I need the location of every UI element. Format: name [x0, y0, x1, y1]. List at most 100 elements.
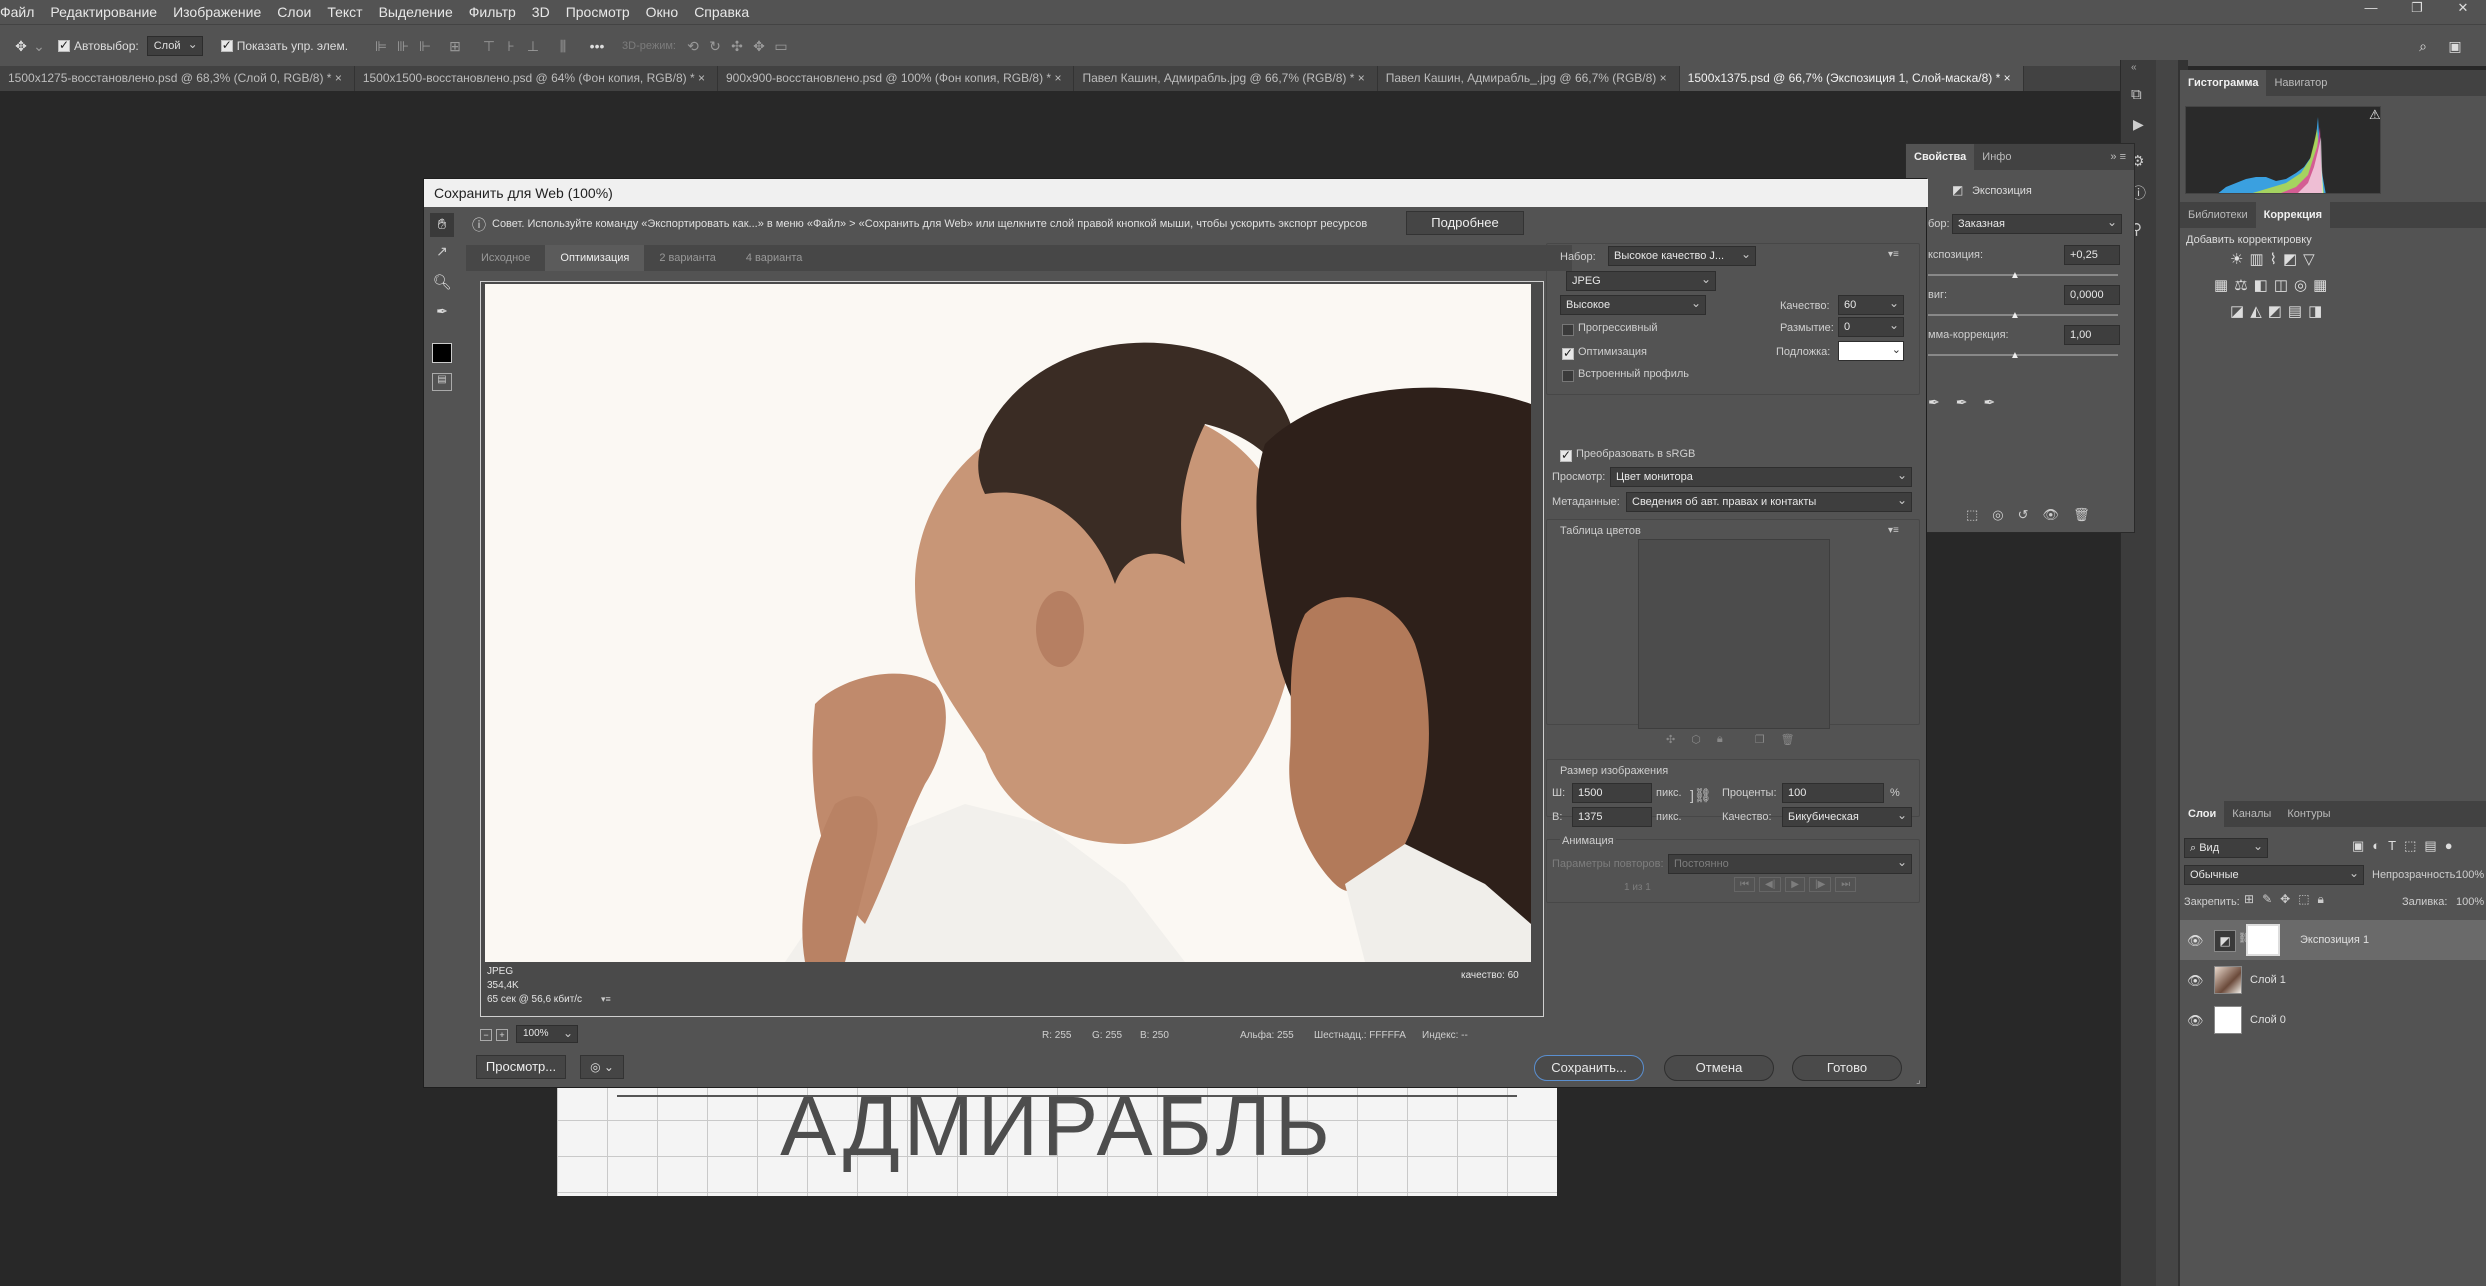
layer-row[interactable]: 👁︎ ◩ ⛓ Экспозиция 1	[2180, 920, 2486, 960]
workspace-icon[interactable]: ▣	[2444, 35, 2466, 57]
slice-select-icon[interactable]: ↗	[430, 243, 454, 260]
filter-toggle-icon[interactable]: ●	[2445, 838, 2453, 854]
link-dimensions-icon[interactable]: ]⛓	[1690, 787, 1712, 804]
tab-info[interactable]: Инфо	[1974, 144, 2019, 170]
warning-icon[interactable]: ⚠	[2369, 107, 2380, 123]
menu-3d[interactable]: 3D	[524, 4, 558, 20]
delete-icon[interactable]: 🗑︎	[2073, 507, 2090, 523]
gamma-slider-thumb[interactable]: ▲	[2010, 350, 2020, 361]
auto-select-dropdown[interactable]: Слой	[146, 35, 203, 56]
blur-input[interactable]: 0	[1838, 317, 1904, 337]
done-button[interactable]: Готово	[1792, 1055, 1902, 1081]
tab-layers[interactable]: Слои	[2180, 801, 2225, 827]
eye-icon[interactable]: 👁︎	[2187, 1013, 2204, 1029]
exposure-icon[interactable]: ◩	[2283, 250, 2297, 268]
eye-icon[interactable]: 👁︎	[2187, 973, 2204, 989]
close-icon[interactable]: ×	[1054, 71, 1061, 85]
doc-tab[interactable]: 1500x1500-восстановлено.psd @ 64% (Фон к…	[355, 66, 718, 91]
preset-dropdown[interactable]: Высокое качество J...	[1608, 246, 1756, 266]
zoom-plus-button[interactable]: +	[496, 1029, 508, 1041]
color-balance-icon[interactable]: ⚖	[2234, 276, 2247, 294]
width-input[interactable]: 1500	[1572, 783, 1652, 803]
tab-optimized[interactable]: Оптимизация	[545, 245, 645, 271]
layer-row[interactable]: 👁︎ Слой 1	[2180, 960, 2486, 1000]
loop-dropdown[interactable]: Постоянно	[1668, 854, 1912, 874]
browser-preview-button[interactable]: ◎ ⌄	[580, 1055, 624, 1079]
prev-frame-icon[interactable]: ◀|	[1759, 877, 1782, 892]
gamma-slider[interactable]	[1928, 354, 2118, 356]
distribute-icon[interactable]: ⊞	[444, 35, 466, 57]
align-left-icon[interactable]: ⊫	[370, 35, 392, 57]
doc-tab[interactable]: 1500x1275-восстановлено.psd @ 68,3% (Сло…	[0, 66, 355, 91]
layer-row[interactable]: 👁︎ Слой 0	[2180, 1000, 2486, 1040]
eyedropper-color-swatch[interactable]	[432, 343, 452, 363]
align-right-icon[interactable]: ⊩	[414, 35, 436, 57]
lock-color-icon[interactable]: 🔒︎	[1717, 733, 1723, 746]
levels-icon[interactable]: ▥	[2249, 250, 2263, 268]
curves-icon[interactable]: ⌇	[2270, 250, 2277, 268]
cancel-button[interactable]: Отмена	[1664, 1055, 1774, 1081]
save-button[interactable]: Сохранить...	[1534, 1055, 1644, 1081]
lookup-icon[interactable]: ▦	[2313, 276, 2327, 294]
new-color-icon[interactable]: ❐	[1755, 733, 1765, 746]
visibility-icon[interactable]: 👁︎	[2043, 507, 2060, 523]
zoom-tool-icon[interactable]: 🔍︎	[430, 273, 454, 291]
close-icon[interactable]: ×	[1358, 71, 1365, 85]
gray-eyedropper-icon[interactable]: ✒	[1956, 394, 1968, 411]
close-icon[interactable]: ×	[1660, 71, 1667, 85]
tab-correction[interactable]: Коррекция	[2255, 202, 2331, 228]
search-icon[interactable]: ⌕	[2412, 35, 2434, 57]
selective-color-icon[interactable]: ◨	[2308, 302, 2322, 320]
first-frame-icon[interactable]: ⏮	[1734, 877, 1755, 892]
restore-icon[interactable]: ❐	[2394, 0, 2440, 16]
resample-dropdown[interactable]: Бикубическая	[1782, 807, 1912, 827]
threshold-icon[interactable]: ◩	[2268, 302, 2282, 320]
map-color-icon[interactable]: ✣	[1666, 733, 1675, 746]
adjust-filter-icon[interactable]: ◐	[2372, 838, 2380, 854]
menu-text[interactable]: Текст	[319, 4, 370, 20]
blend-mode-dropdown[interactable]: Обычные	[2184, 865, 2364, 885]
menu-select[interactable]: Выделение	[371, 4, 461, 20]
embed-profile-checkbox[interactable]	[1562, 367, 1574, 385]
convert-srgb-checkbox[interactable]	[1560, 447, 1572, 465]
zoom-minus-button[interactable]: −	[480, 1029, 492, 1041]
tab-original[interactable]: Исходное	[466, 245, 545, 271]
opacity-value[interactable]: 100%	[2456, 869, 2484, 881]
invert-icon[interactable]: ◪	[2230, 302, 2244, 320]
3d-pan-icon[interactable]: ✣	[726, 35, 748, 57]
eye-icon[interactable]: 👁︎	[2187, 933, 2204, 949]
tab-4up[interactable]: 4 варианта	[731, 245, 818, 271]
height-input[interactable]: 1375	[1572, 807, 1652, 827]
artboard-icon[interactable]: ⬚	[2298, 892, 2309, 907]
tab-libraries[interactable]: Библиотеки	[2180, 202, 2256, 228]
optimized-checkbox[interactable]	[1562, 345, 1574, 363]
menu-file[interactable]: Файл	[0, 4, 42, 20]
chevron-down-icon[interactable]: ⌄	[32, 35, 46, 57]
align-bottom-icon[interactable]: ⊥	[522, 35, 544, 57]
history-icon[interactable]: ⧉	[2131, 86, 2142, 103]
metadata-dropdown[interactable]: Сведения об авт. правах и контакты	[1626, 492, 1912, 512]
exposure-slider-thumb[interactable]: ▲	[2010, 270, 2020, 281]
view-previous-icon[interactable]: ◎	[1992, 507, 2003, 523]
distribute-vertical-icon[interactable]: ⫼	[552, 35, 574, 57]
close-icon[interactable]: ✕	[2440, 0, 2486, 16]
color-table-area[interactable]	[1638, 539, 1830, 729]
doc-tab[interactable]: Павел Кашин, Адмирабль_.jpg @ 66,7% (RGB…	[1378, 66, 1680, 91]
align-middle-icon[interactable]: ⊦	[500, 35, 522, 57]
panel-menu-icon[interactable]: » ≡	[2102, 144, 2134, 170]
menu-layers[interactable]: Слои	[269, 4, 319, 20]
white-eyedropper-icon[interactable]: ✒	[1983, 394, 1995, 411]
settings-menu-icon[interactable]: ▾≡	[1888, 249, 1899, 260]
tab-2up[interactable]: 2 варианта	[644, 245, 731, 271]
preview-button[interactable]: Просмотр...	[476, 1055, 566, 1079]
layer-filter-dropdown[interactable]: ⌕ Вид	[2184, 838, 2268, 858]
preview-image[interactable]	[485, 284, 1531, 962]
actions-icon[interactable]: ▶	[2133, 116, 2144, 133]
exposure-slider[interactable]	[1928, 274, 2118, 276]
last-frame-icon[interactable]: ⏭	[1835, 877, 1857, 892]
tab-channels[interactable]: Каналы	[2224, 801, 2279, 827]
progressive-checkbox[interactable]	[1562, 321, 1574, 339]
eyedropper-tool-icon[interactable]: ✒	[430, 303, 454, 320]
align-center-icon[interactable]: ⊪	[392, 35, 414, 57]
brightness-icon[interactable]: ☀	[2230, 250, 2243, 268]
